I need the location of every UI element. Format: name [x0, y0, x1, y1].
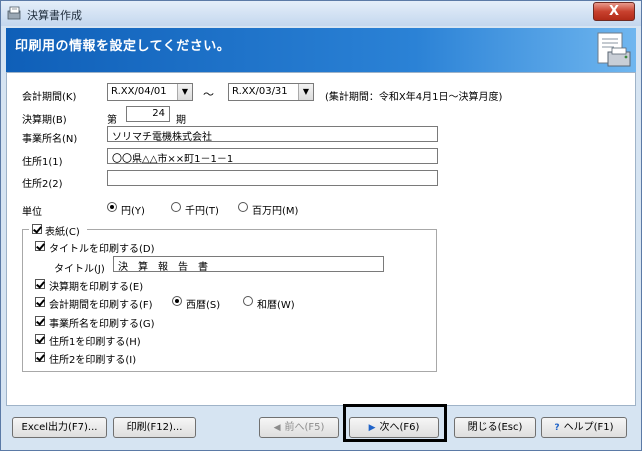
address2-label: 住所2(2) [22, 179, 63, 190]
period-from-value: R.XX/04/01 [111, 86, 167, 97]
print-period-label[interactable]: 会計期間を印刷する(F) [49, 296, 153, 311]
prev-button[interactable]: ◀ 前へ(F5) [259, 417, 339, 438]
unit-yen-radio[interactable] [107, 202, 117, 212]
period-note: (集計期間：令和X年4月1日～決算月度) [325, 92, 503, 103]
unit-yen-label[interactable]: 円(Y) [121, 202, 145, 217]
calendar-western-label[interactable]: 西暦(S) [186, 296, 220, 311]
print-setup-icon [597, 32, 631, 67]
window-title: 決算書作成 [27, 9, 82, 22]
calendar-western-radio[interactable] [172, 296, 182, 306]
arrow-left-icon: ◀ [273, 423, 281, 433]
title-bar: 決算書作成 X [1, 1, 641, 26]
unit-million-radio[interactable] [238, 202, 248, 212]
cover-checkbox[interactable] [32, 224, 42, 234]
print-office-checkbox[interactable] [35, 316, 45, 326]
dialog-window: 決算書作成 X 印刷用の情報を設定してください。 会計期間(K) R.XX/04… [0, 0, 642, 451]
instruction-banner: 印刷用の情報を設定してください。 [6, 28, 636, 72]
window-close-button[interactable]: X [593, 2, 635, 21]
calendar-japanese-label[interactable]: 和暦(W) [257, 296, 295, 311]
period-label: 会計期間(K) [22, 92, 77, 103]
help-button[interactable]: ? ヘルプ(F1) [541, 417, 627, 438]
close-button[interactable]: 閉じる(Esc) [454, 417, 536, 438]
calendar-japanese-radio[interactable] [243, 296, 253, 306]
office-name-value: ソリマチ電機株式会社 [112, 132, 212, 143]
app-icon [7, 6, 21, 20]
excel-export-button[interactable]: Excel出力(F7)... [12, 417, 107, 438]
print-addr1-checkbox[interactable] [35, 334, 45, 344]
period-to-select[interactable]: R.XX/03/31 ▼ [228, 83, 314, 101]
cover-label[interactable]: 表紙(C) [45, 223, 80, 238]
print-addr2-checkbox[interactable] [35, 352, 45, 362]
fiscal-term-input[interactable]: 24 [126, 106, 170, 122]
print-addr2-label[interactable]: 住所2を印刷する(I) [49, 351, 136, 366]
excel-export-label: Excel出力(F7)... [21, 422, 98, 433]
title-input[interactable]: 決 算 報 告 書 [113, 256, 384, 273]
title-value: 決 算 報 告 書 [118, 262, 208, 273]
fiscal-term-prefix: 第 [107, 115, 117, 126]
chevron-down-icon[interactable]: ▼ [177, 84, 192, 100]
print-label: 印刷(F12)... [126, 422, 183, 433]
prev-label: 前へ(F5) [284, 422, 325, 433]
chevron-down-icon[interactable]: ▼ [298, 84, 313, 100]
office-name-input[interactable]: ソリマチ電機株式会社 [107, 126, 438, 143]
help-icon: ? [554, 423, 560, 433]
period-from-select[interactable]: R.XX/04/01 ▼ [107, 83, 193, 101]
print-title-label[interactable]: タイトルを印刷する(D) [49, 240, 155, 255]
print-fiscal-label[interactable]: 決算期を印刷する(E) [49, 278, 143, 293]
print-period-checkbox[interactable] [35, 297, 45, 307]
period-to-value: R.XX/03/31 [232, 86, 288, 97]
address1-label: 住所1(1) [22, 157, 63, 168]
address1-input[interactable]: 〇〇県△△市××町1－1－1 [107, 148, 438, 165]
title-label: タイトル(J) [54, 264, 105, 275]
print-button[interactable]: 印刷(F12)... [113, 417, 196, 438]
instruction-text: 印刷用の情報を設定してください。 [15, 39, 231, 54]
print-office-label[interactable]: 事業所名を印刷する(G) [49, 315, 155, 330]
print-addr1-label[interactable]: 住所1を印刷する(H) [49, 333, 141, 348]
unit-label: 単位 [22, 207, 42, 218]
unit-million-label[interactable]: 百万円(M) [252, 202, 298, 217]
help-label: ヘルプ(F1) [563, 422, 614, 433]
address2-input[interactable] [107, 170, 438, 186]
unit-thousand-radio[interactable] [171, 202, 181, 212]
button-bar: Excel出力(F7)... 印刷(F12)... ◀ 前へ(F5) ▶ 次へ(F6… [6, 408, 636, 446]
close-label: 閉じる(Esc) [467, 422, 523, 433]
cover-legend: 表紙(C) [29, 222, 87, 238]
next-button-highlight [343, 404, 447, 442]
address1-value: 〇〇県△△市××町1－1－1 [112, 154, 234, 165]
fiscal-term-value: 24 [152, 108, 165, 119]
print-fiscal-checkbox[interactable] [35, 279, 45, 289]
fiscal-term-label: 決算期(B) [22, 115, 67, 126]
fiscal-term-suffix: 期 [176, 115, 186, 126]
print-title-checkbox[interactable] [35, 241, 45, 251]
period-separator: ～ [203, 88, 214, 101]
office-name-label: 事業所名(N) [22, 134, 78, 145]
unit-thousand-label[interactable]: 千円(T) [185, 202, 219, 217]
